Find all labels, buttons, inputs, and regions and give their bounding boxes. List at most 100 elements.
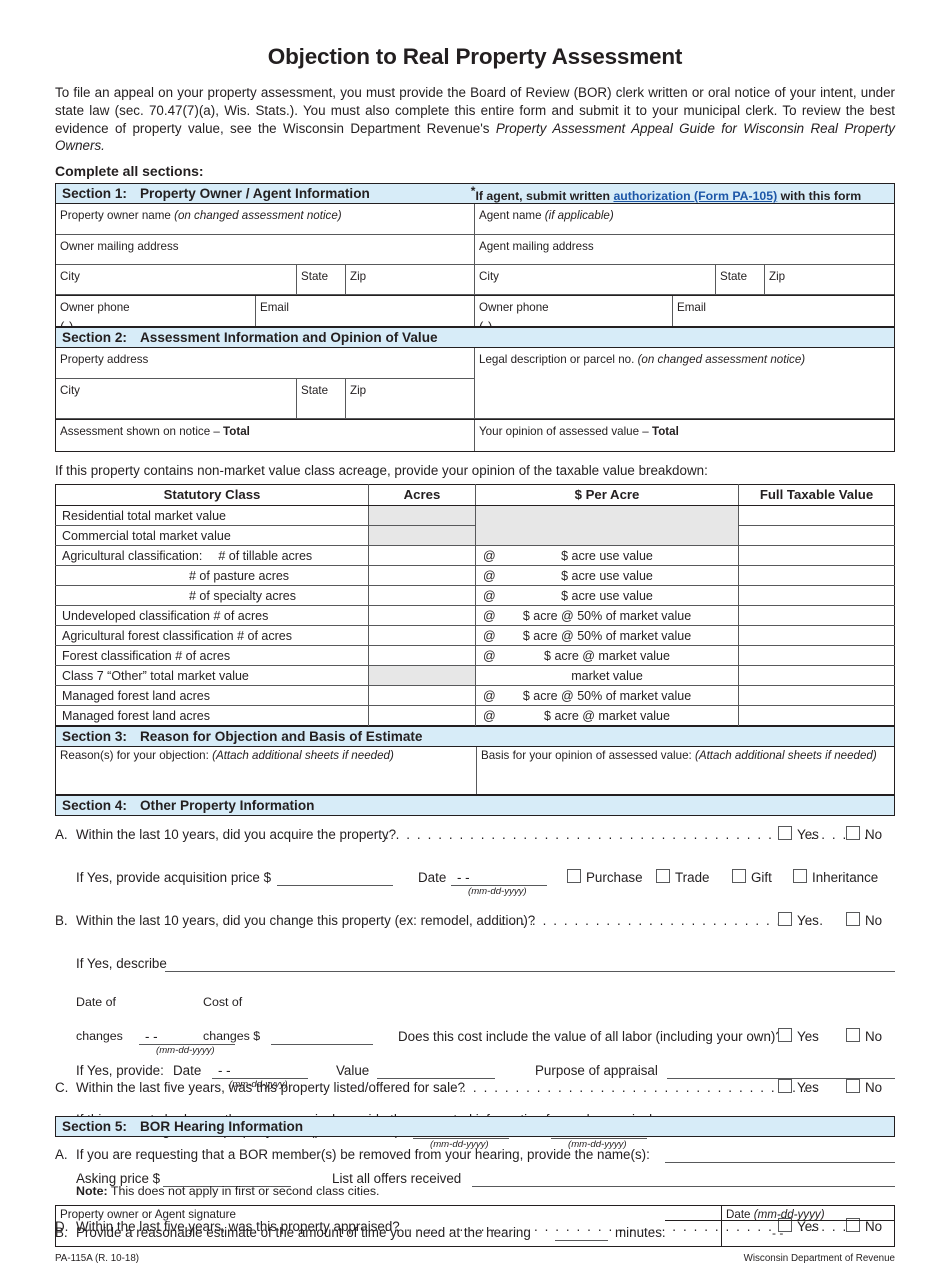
cell-full-taxable-value[interactable] [738, 545, 895, 567]
cell-per-acre[interactable]: @ $ acre use value [475, 565, 739, 587]
opinion-total: Total [651, 425, 679, 439]
cell-full-taxable-value[interactable] [738, 685, 895, 707]
trade-checkbox[interactable] [656, 869, 670, 884]
property-address-field[interactable]: Property address [56, 348, 475, 380]
cost-of-changes-input[interactable] [271, 1044, 373, 1046]
form-page: Objection to Real Property Assessment To… [0, 44, 950, 1274]
owner-city-field[interactable]: City [56, 265, 297, 296]
cell-per-acre[interactable]: @ $ acre @ market value [475, 705, 739, 726]
section-5-question-a: A. If you are requesting that a BOR memb… [55, 1145, 895, 1166]
agent-note-post: with this form [777, 189, 862, 204]
cell-full-taxable-value[interactable] [738, 645, 895, 667]
cell-full-taxable-value[interactable] [738, 665, 895, 687]
cell-acres[interactable] [368, 705, 476, 726]
table-row: Commercial total market value [55, 525, 895, 547]
owner-state-label: State [301, 270, 329, 284]
bor-removal-text: If you are requesting that a BOR member(… [76, 1147, 650, 1163]
owner-email-field[interactable]: Email [256, 296, 475, 327]
signature-date-field[interactable]: Date (mm-dd-yyyy) - - [722, 1206, 894, 1246]
cell-per-acre[interactable]: @ $ acre @ 50% of market value [475, 605, 739, 627]
property-owner-name-field[interactable]: Property owner name (on changed assessme… [56, 204, 475, 236]
appraisal-value-input[interactable] [377, 1078, 495, 1080]
cell-acres[interactable] [368, 625, 476, 647]
cell-per-acre[interactable]: @ $ acre @ 50% of market value [475, 685, 739, 707]
inheritance-checkbox[interactable] [793, 869, 807, 884]
cell-full-taxable-value[interactable] [739, 706, 895, 726]
describe-input[interactable] [165, 971, 895, 973]
inheritance-label: Inheritance [812, 870, 879, 886]
cell-full-taxable-value[interactable] [738, 625, 895, 647]
cell-full-taxable-value[interactable] [738, 585, 895, 607]
cell-acres[interactable] [368, 685, 476, 707]
col-full-taxable-value: Full Taxable Value [738, 484, 895, 507]
cell-acres[interactable] [368, 585, 476, 607]
at-symbol: @ [483, 628, 496, 643]
purchase-checkbox[interactable] [567, 869, 581, 884]
agent-city-field[interactable]: City [475, 265, 716, 296]
authorization-form-link[interactable]: authorization (Form PA-105) [613, 189, 777, 203]
owner-agent-name-row: Property owner name (on changed assessme… [56, 204, 894, 236]
appraisal-purpose-label: Purpose of appraisal [535, 1063, 658, 1079]
question-b-yes-checkbox[interactable] [778, 912, 792, 927]
cell-statutory-class: Class 7 “Other” total market value [55, 665, 369, 687]
cell-per-acre[interactable]: @ $ acre @ market value [475, 645, 739, 667]
cell-per-acre[interactable]: @ $ acre @ 50% of market value [475, 625, 739, 647]
cell-per-acre[interactable]: @ $ acre use value [475, 545, 739, 567]
statutory-class-label: Class 7 “Other” total market value [62, 668, 249, 683]
agent-zip-field[interactable]: Zip [765, 265, 894, 296]
agent-phone-field[interactable]: Owner phone ( ) - [475, 296, 673, 334]
owner-zip-field[interactable]: Zip [346, 265, 475, 296]
property-zip-field[interactable]: Zip [346, 379, 475, 420]
per-acre-label: $ acre @ market value [544, 648, 670, 663]
cell-acres[interactable] [368, 545, 476, 567]
cell-full-taxable-value[interactable] [738, 525, 895, 547]
owner-state-field[interactable]: State [297, 265, 346, 296]
question-a-no-checkbox[interactable] [846, 826, 860, 841]
cell-acres[interactable] [368, 645, 476, 667]
bor-removal-input-1[interactable] [665, 1162, 895, 1164]
section-5-b-letter: B. [55, 1225, 68, 1241]
question-a: A. Within the last 10 years, did you acq… [55, 825, 895, 846]
cell-acres[interactable] [368, 605, 476, 627]
owner-mailing-address-field[interactable]: Owner mailing address [56, 235, 475, 266]
agent-state-field[interactable]: State [716, 265, 765, 296]
cell-statutory-class: # of specialty acres [55, 585, 369, 607]
section-2-title: Assessment Information and Opinion of Va… [139, 330, 438, 346]
cell-per-acre[interactable]: @ $ acre use value [475, 585, 739, 607]
property-state-field[interactable]: State [297, 379, 346, 420]
cell-per-acre[interactable]: market value [475, 665, 739, 687]
cell-full-taxable-value[interactable] [738, 565, 895, 587]
question-a-yes-checkbox[interactable] [778, 826, 792, 841]
section-2-header: Section 2: Assessment Information and Op… [55, 327, 895, 349]
cell-statutory-class: Residential total market value [55, 505, 369, 527]
at-symbol: @ [483, 588, 496, 603]
labor-no-checkbox[interactable] [846, 1028, 860, 1043]
appraisal-provide-label: If Yes, provide: [76, 1063, 164, 1079]
agent-email-field[interactable]: Email [673, 296, 894, 326]
cell-acres[interactable] [368, 565, 476, 587]
legal-description-field[interactable]: Legal description or parcel no. (on chan… [475, 348, 894, 420]
labor-yes-checkbox[interactable] [778, 1028, 792, 1043]
statutory-class-label: Managed forest land acres [62, 708, 211, 723]
opinion-of-value-field[interactable]: Your opinion of assessed value – Total [475, 420, 894, 451]
cell-full-taxable-value[interactable] [738, 505, 895, 527]
appraisal-purpose-input[interactable] [667, 1078, 895, 1080]
property-city-field[interactable]: City [56, 379, 297, 420]
cell-statutory-class: Forest classification # of acres [55, 645, 369, 667]
hearing-minutes-input[interactable] [555, 1240, 608, 1242]
agent-mailing-address-field[interactable]: Agent mailing address [475, 235, 894, 266]
objection-reason-field[interactable]: Reason(s) for your objection: (Attach ad… [56, 747, 477, 795]
table-row: # of specialty acres @ $ acre use value [55, 585, 895, 607]
question-b-no-checkbox[interactable] [846, 912, 860, 927]
assessment-shown-field[interactable]: Assessment shown on notice – Total [56, 420, 475, 452]
per-acre-label: $ acre use value [561, 588, 653, 603]
acquisition-price-input[interactable] [277, 885, 393, 887]
basis-of-opinion-field[interactable]: Basis for your opinion of assessed value… [477, 747, 894, 794]
cell-full-taxable-value[interactable] [738, 605, 895, 627]
statutory-class-table: Statutory Class Acres $ Per Acre Full Ta… [55, 484, 895, 727]
owner-phone-field[interactable]: Owner phone ( ) - [56, 296, 256, 334]
agent-name-field[interactable]: Agent name (if applicable) [475, 204, 894, 236]
gift-checkbox[interactable] [732, 869, 746, 884]
cell-statutory-class: Undeveloped classification # of acres [55, 605, 369, 627]
acquisition-date-format: (mm-dd-yyyy) [468, 886, 527, 898]
